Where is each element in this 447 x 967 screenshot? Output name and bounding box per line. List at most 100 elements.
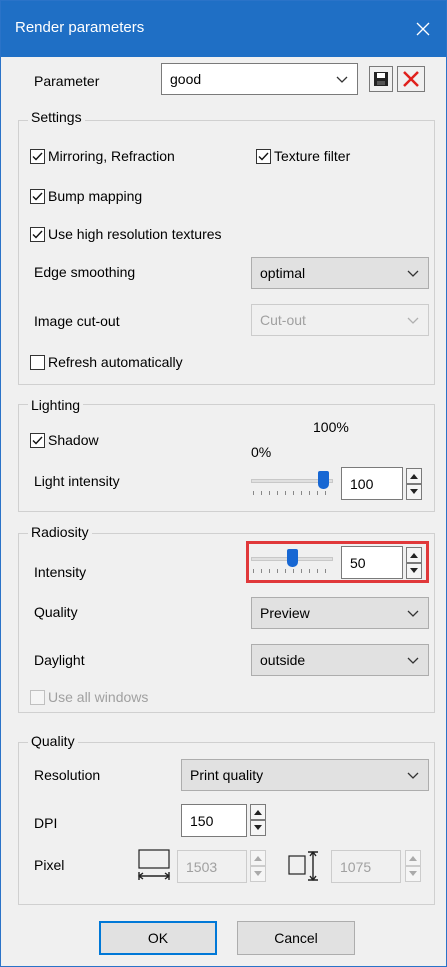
high-res-textures-label: Use high resolution textures (48, 226, 222, 242)
spin-up-button[interactable] (406, 468, 422, 484)
texture-filter-checkbox[interactable]: Texture filter (256, 148, 350, 164)
light-intensity-label: Light intensity (34, 473, 120, 489)
chevron-down-icon (407, 610, 419, 617)
dpi-input[interactable]: 150 (181, 804, 247, 837)
ok-button[interactable]: OK (99, 921, 217, 955)
mirroring-checkbox[interactable]: Mirroring, Refraction (30, 148, 175, 164)
radiosity-intensity-spinner[interactable] (406, 547, 422, 579)
checkbox-box (30, 432, 45, 448)
use-all-windows-checkbox[interactable]: Use all windows (30, 689, 148, 705)
edge-smoothing-select[interactable]: optimal (251, 257, 429, 289)
high-res-textures-checkbox[interactable]: Use high resolution textures (30, 226, 222, 242)
chevron-down-icon (336, 76, 348, 83)
radiosity-intensity-input[interactable]: 50 (341, 546, 403, 579)
save-icon (374, 72, 388, 86)
cancel-label: Cancel (274, 930, 318, 946)
dpi-value: 150 (190, 812, 214, 829)
pixel-width-spinner[interactable] (250, 850, 266, 882)
light-intensity-value: 100 (350, 475, 374, 492)
mirroring-label: Mirroring, Refraction (48, 148, 175, 164)
caret-up-icon (410, 474, 418, 479)
spin-up-button[interactable] (250, 850, 266, 866)
spin-down-button[interactable] (250, 820, 266, 836)
texture-filter-label: Texture filter (274, 148, 351, 164)
close-button[interactable] (400, 1, 446, 57)
title-bar: Render parameters (1, 1, 446, 57)
save-button[interactable] (369, 66, 393, 92)
scale-max-label: 100% (313, 419, 349, 435)
light-intensity-input[interactable]: 100 (341, 467, 403, 500)
spin-down-button[interactable] (406, 484, 422, 500)
image-cutout-label: Image cut-out (34, 313, 120, 329)
resolution-value: Print quality (190, 767, 264, 783)
lighting-group-label: Lighting (28, 397, 84, 413)
close-icon (416, 22, 430, 36)
caret-down-icon (410, 568, 418, 573)
edge-smoothing-value: optimal (260, 265, 306, 281)
cancel-button[interactable]: Cancel (237, 921, 355, 955)
caret-up-icon (410, 553, 418, 558)
radiosity-intensity-label: Intensity (34, 564, 87, 580)
settings-group-label: Settings (28, 109, 85, 125)
parameter-label: Parameter (34, 73, 100, 89)
caret-down-icon (254, 871, 262, 876)
light-intensity-slider[interactable] (251, 467, 333, 497)
radiosity-intensity-value: 50 (350, 554, 366, 571)
spin-up-button[interactable] (405, 850, 421, 866)
checkbox-box (30, 188, 45, 204)
caret-up-icon (254, 810, 262, 815)
pixel-height-spinner[interactable] (405, 850, 421, 882)
chevron-down-icon (407, 657, 419, 664)
dpi-spinner[interactable] (250, 804, 266, 836)
window-title: Render parameters (15, 19, 145, 36)
radiosity-group-label: Radiosity (28, 524, 92, 540)
resolution-select[interactable]: Print quality (181, 759, 429, 791)
edge-smoothing-label: Edge smoothing (34, 264, 136, 280)
delete-button[interactable] (397, 66, 425, 92)
bump-mapping-checkbox[interactable]: Bump mapping (30, 188, 142, 204)
pixel-width-input[interactable]: 1503 (177, 850, 247, 883)
chevron-down-icon (407, 317, 419, 324)
checkbox-box (256, 148, 271, 164)
daylight-select[interactable]: outside (251, 644, 429, 676)
bump-mapping-label: Bump mapping (48, 188, 143, 204)
parameter-select[interactable]: good (161, 63, 358, 95)
caret-down-icon (409, 871, 417, 876)
radiosity-intensity-slider[interactable] (251, 545, 333, 575)
refresh-automatically-checkbox[interactable]: Refresh automatically (30, 354, 183, 370)
radiosity-quality-label: Quality (34, 604, 78, 620)
resolution-label: Resolution (34, 767, 101, 783)
scale-min-label: 0% (251, 444, 272, 460)
spin-down-button[interactable] (250, 866, 266, 882)
dpi-label: DPI (34, 815, 58, 831)
caret-up-icon (254, 856, 262, 861)
spin-up-button[interactable] (406, 547, 422, 563)
spin-down-button[interactable] (406, 563, 422, 579)
quality-group-label: Quality (28, 733, 78, 749)
spin-down-button[interactable] (405, 866, 421, 882)
use-all-windows-label: Use all windows (48, 689, 149, 705)
checkbox-box (30, 148, 45, 164)
pixel-height-input[interactable]: 1075 (331, 850, 401, 883)
caret-down-icon (254, 825, 262, 830)
shadow-checkbox[interactable]: Shadow (30, 432, 99, 448)
daylight-value: outside (260, 652, 306, 668)
light-intensity-spinner[interactable] (406, 468, 422, 500)
shadow-label: Shadow (48, 432, 99, 448)
checkbox-box (30, 226, 45, 242)
image-cutout-value: Cut-out (260, 312, 306, 328)
pixel-height-value: 1075 (340, 858, 372, 875)
radiosity-quality-value: Preview (260, 605, 310, 621)
spin-up-button[interactable] (250, 804, 266, 820)
pixel-width-value: 1503 (186, 858, 218, 875)
chevron-down-icon (407, 270, 419, 277)
caret-up-icon (409, 856, 417, 861)
slider-thumb[interactable] (287, 549, 298, 567)
checkbox-box (30, 354, 45, 370)
parameter-value: good (170, 71, 202, 87)
slider-ticks (253, 491, 331, 495)
radiosity-quality-select[interactable]: Preview (251, 597, 429, 629)
daylight-label: Daylight (34, 652, 85, 668)
image-cutout-select[interactable]: Cut-out (251, 304, 429, 336)
slider-thumb[interactable] (318, 471, 329, 489)
